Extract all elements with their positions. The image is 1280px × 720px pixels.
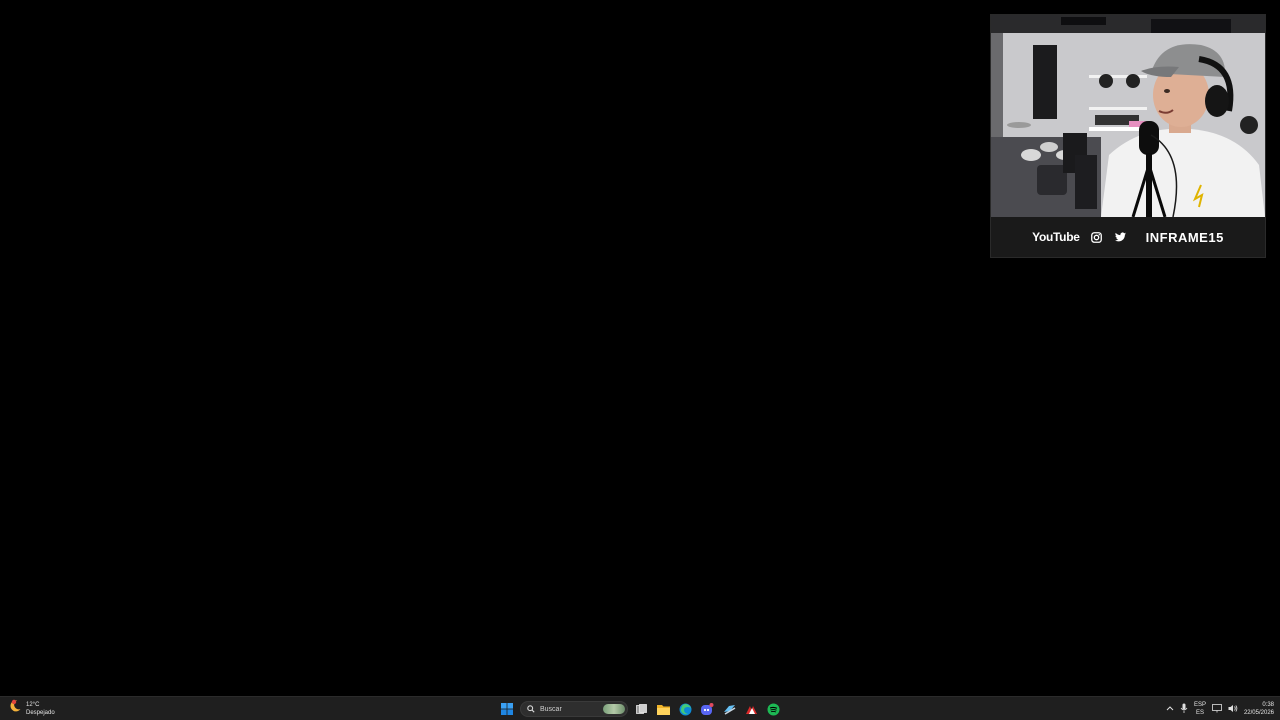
task-view-icon [635, 703, 647, 714]
language-bottom: ES [1195, 710, 1204, 716]
steam-button[interactable] [720, 699, 738, 719]
file-explorer-button[interactable] [654, 699, 672, 719]
red-app-button[interactable] [742, 699, 760, 719]
channel-handle: INFRAME15 [1145, 229, 1224, 245]
discord-button[interactable] [698, 699, 716, 719]
microphone-icon[interactable] [1180, 703, 1188, 715]
edge-button[interactable] [676, 699, 694, 719]
weather-moon-icon [8, 699, 22, 718]
clock-time: 0:38 [1262, 702, 1274, 708]
language-indicator[interactable]: ESP ES [1194, 701, 1206, 717]
webcam-overlay: YouTube INFRAME15 [990, 14, 1266, 258]
clock-date: 22/05/2026 [1243, 710, 1274, 716]
task-view-button[interactable] [632, 699, 650, 719]
webcam-scene [991, 15, 1265, 217]
spotify-button[interactable] [764, 699, 782, 719]
taskbar-pinned-apps: Buscar [498, 698, 782, 720]
steam-icon [723, 704, 735, 715]
search-highlight-image [603, 704, 625, 714]
language-top: ESP [1193, 702, 1206, 708]
webcam-social-bar: YouTube INFRAME15 [991, 217, 1265, 257]
network-icon[interactable] [1212, 703, 1222, 715]
volume-icon[interactable] [1228, 704, 1238, 715]
search-placeholder: Buscar [540, 705, 562, 713]
spotify-icon [767, 703, 779, 715]
discord-icon [701, 702, 714, 715]
clock[interactable]: 0:38 22/05/2026 [1244, 701, 1274, 717]
chevron-up-icon[interactable] [1166, 705, 1174, 713]
instagram-icon [1090, 230, 1104, 244]
youtube-label: YouTube [1032, 230, 1080, 244]
taskbar: 12°C Despejado Buscar ESP ES 0:38 22/05/… [0, 696, 1280, 720]
twitter-icon [1114, 230, 1128, 244]
windows-start-button[interactable] [498, 699, 516, 719]
edge-icon [679, 703, 691, 715]
taskbar-search[interactable]: Buscar [520, 701, 628, 717]
search-icon [527, 705, 535, 713]
weather-temp: 12°C [26, 701, 40, 708]
webcam-feed [991, 15, 1265, 217]
system-tray: ESP ES 0:38 22/05/2026 [1166, 698, 1274, 720]
file-explorer-icon [656, 704, 670, 715]
windows-start-icon [501, 703, 513, 715]
app-icon [745, 705, 757, 714]
weather-widget[interactable]: 12°C Despejado [8, 699, 55, 718]
weather-condition: Despejado [26, 709, 55, 716]
